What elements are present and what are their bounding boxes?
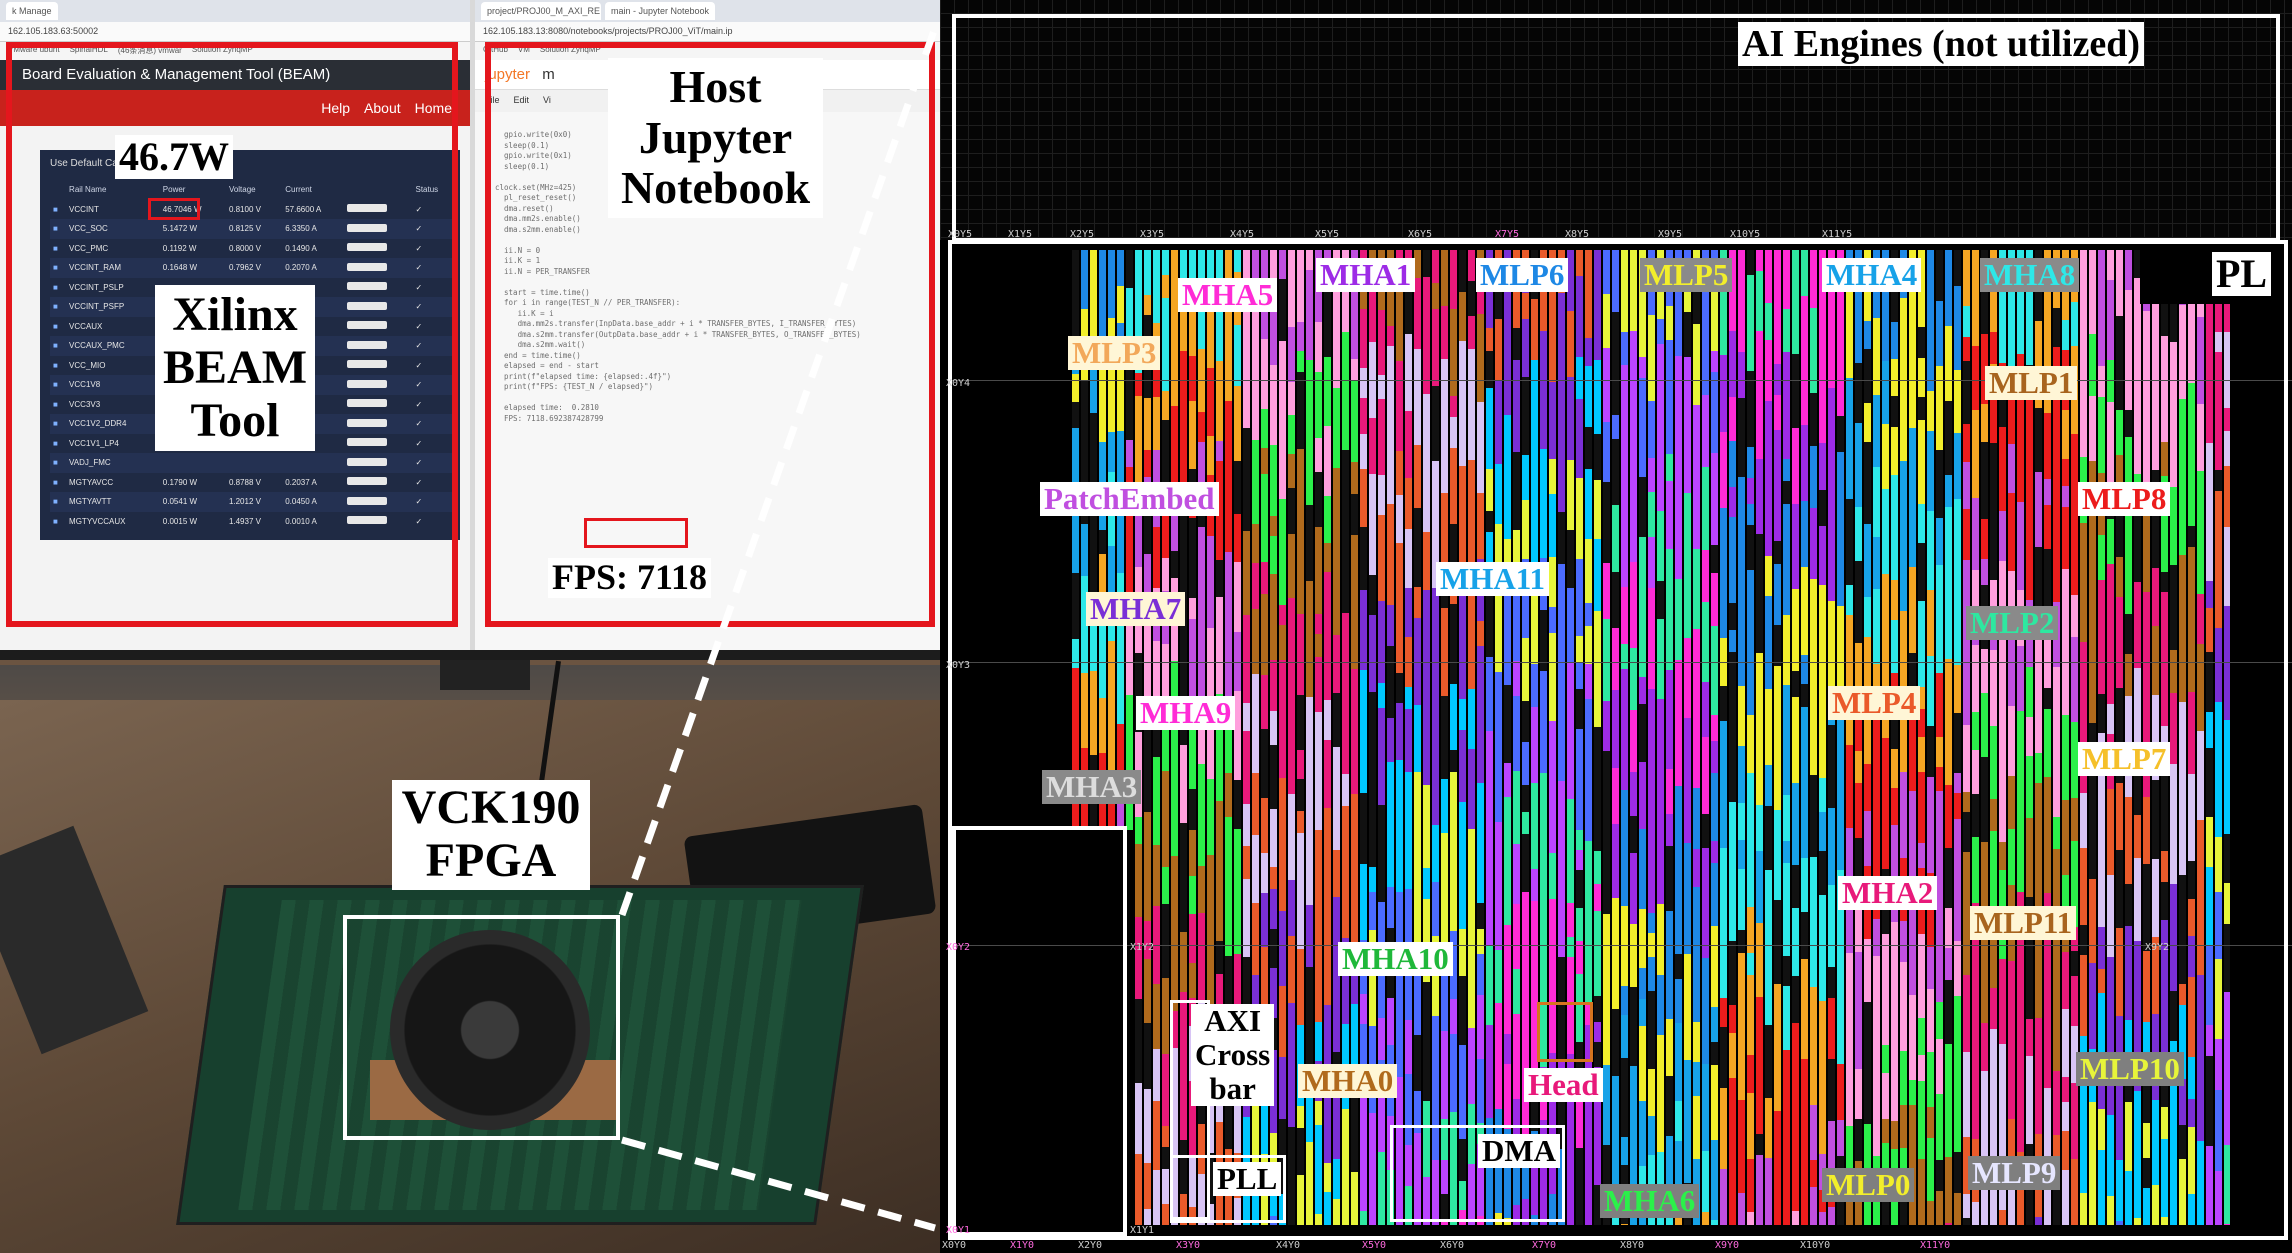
label-mha6: MHA6 xyxy=(1600,1184,1700,1218)
coord-y0: X8Y0 xyxy=(1620,1240,1645,1251)
label-mha8: MHA8 xyxy=(1980,258,2080,292)
figure-root: k Manage 162.105.183.63:50002 VMware ubu… xyxy=(0,0,2292,1253)
device-floorplan: X0Y5 X1Y5 X2Y5 X3Y5 X4Y5 X5Y5 X6Y5 X7Y5 X8Y5 X9Y5… xyxy=(940,0,2292,1253)
label-mlp2: MLP2 xyxy=(1966,606,2059,640)
label-mlp7: MLP7 xyxy=(2078,742,2171,776)
coord-y5: X7Y5 xyxy=(1495,229,1520,240)
coord-y5: X10Y5 xyxy=(1730,229,1761,240)
coord-y5: X2Y5 xyxy=(1070,229,1095,240)
label-mlp8: MLP8 xyxy=(2078,482,2171,516)
coord-y0: X7Y0 xyxy=(1532,1240,1557,1251)
coord-y0: X11Y0 xyxy=(1920,1240,1951,1251)
coord-x0y1: X0Y1 xyxy=(946,1225,971,1236)
label-mlp5: MLP5 xyxy=(1640,258,1733,292)
label-mlp6: MLP6 xyxy=(1476,258,1569,292)
connector-line-bottom xyxy=(621,1136,936,1232)
coord-x0y3: X0Y3 xyxy=(946,660,971,671)
label-mlp3: MLP3 xyxy=(1068,336,1161,370)
coord-y5: X5Y5 xyxy=(1315,229,1340,240)
coord-x9y2: X9Y2 xyxy=(2145,942,2170,953)
coord-y0: X10Y0 xyxy=(1800,1240,1831,1251)
coord-x1y1: X1Y1 xyxy=(1130,1225,1155,1236)
coord-y5: X8Y5 xyxy=(1565,229,1590,240)
coord-x0y2: X0Y2 xyxy=(946,942,971,953)
label-mha0: MHA0 xyxy=(1298,1064,1398,1098)
coord-y5: X11Y5 xyxy=(1822,229,1853,240)
coord-y5: X9Y5 xyxy=(1658,229,1683,240)
label-mlp11: MLP11 xyxy=(1970,906,2077,940)
label-mlp4: MLP4 xyxy=(1828,686,1921,720)
coord-y0: X1Y0 xyxy=(1010,1240,1035,1251)
coord-y5: X3Y5 xyxy=(1140,229,1165,240)
axi-line-3: bar xyxy=(1209,1071,1256,1106)
label-mlp9: MLP9 xyxy=(1968,1156,2061,1190)
label-mha9: MHA9 xyxy=(1136,696,1236,730)
unused-block xyxy=(952,826,1127,1236)
label-mha7: MHA7 xyxy=(1086,592,1186,626)
label-pll: PLL xyxy=(1213,1162,1282,1196)
axi-line-2: Cross xyxy=(1195,1037,1271,1072)
coord-x1y2: X1Y2 xyxy=(1130,942,1155,953)
coord-y0: X4Y0 xyxy=(1276,1240,1301,1251)
connector-line-top xyxy=(618,23,940,917)
label-mlp1: MLP1 xyxy=(1985,366,2078,400)
label-mha4: MHA4 xyxy=(1822,258,1922,292)
pl-region xyxy=(948,240,2288,1240)
coord-y5: X0Y5 xyxy=(948,229,973,240)
coord-y0: X5Y0 xyxy=(1362,1240,1387,1251)
coord-y0: X2Y0 xyxy=(1078,1240,1103,1251)
label-mha10: MHA10 xyxy=(1338,942,1453,976)
label-mha2: MHA2 xyxy=(1838,876,1938,910)
label-mha1: MHA1 xyxy=(1316,258,1416,292)
axi-line-1: AXI xyxy=(1204,1003,1262,1038)
label-mha5: MHA5 xyxy=(1178,278,1278,312)
coord-y5: X6Y5 xyxy=(1408,229,1433,240)
label-mha3: MHA3 xyxy=(1042,770,1142,804)
coord-y5: X1Y5 xyxy=(1008,229,1033,240)
coord-y0: X3Y0 xyxy=(1176,1240,1201,1251)
head-box xyxy=(1537,1002,1593,1062)
label-mha11: MHA11 xyxy=(1436,562,1550,596)
label-head: Head xyxy=(1524,1068,1603,1102)
label-mlp10: MLP10 xyxy=(2076,1052,2184,1086)
coord-y0: X0Y0 xyxy=(942,1240,967,1251)
label-patchembed: PatchEmbed xyxy=(1040,482,1219,516)
coord-y0: X9Y0 xyxy=(1715,1240,1740,1251)
ai-engines-label: AI Engines (not utilized) xyxy=(1738,22,2144,66)
coord-y5: X4Y5 xyxy=(1230,229,1255,240)
coord-y0: X6Y0 xyxy=(1440,1240,1465,1251)
label-dma: DMA xyxy=(1478,1134,1561,1168)
label-axi-crossbar: AXI Cross bar xyxy=(1191,1003,1275,1106)
coord-x0y4: X0Y4 xyxy=(946,378,971,389)
label-mlp0: MLP0 xyxy=(1822,1168,1915,1202)
pl-label: PL xyxy=(2212,252,2272,296)
